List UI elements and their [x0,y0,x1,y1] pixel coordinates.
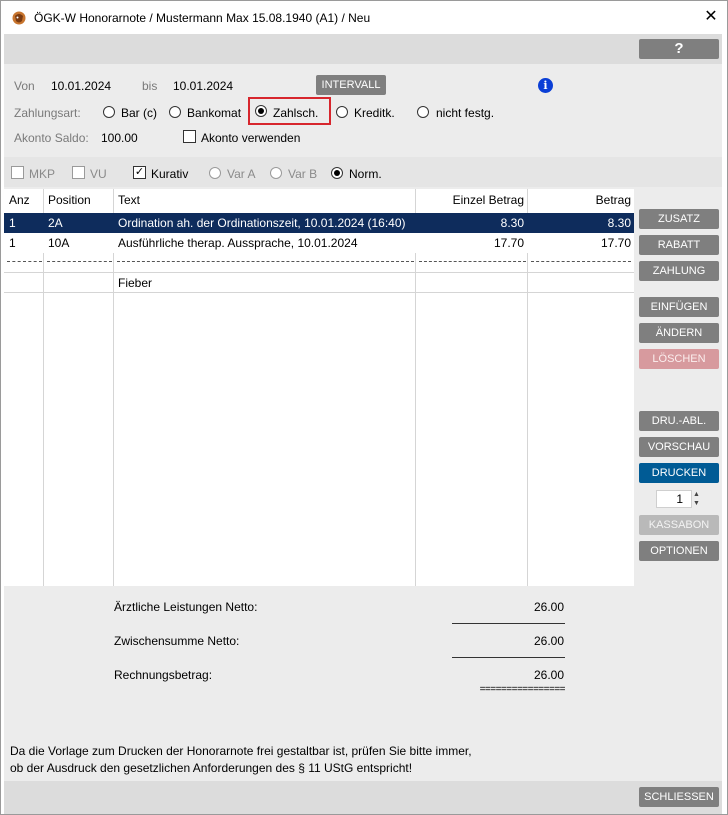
radio-bankomat[interactable] [169,106,181,118]
cell-einzel-betrag: 8.30 [500,216,524,230]
stepper-arrows-icon[interactable]: ▲ ▼ [693,490,700,508]
zwischensumme-label: Zwischensumme Netto: [114,634,240,648]
honorarnote-window: ÖGK-W Honorarnote / Mustermann Max 15.08… [0,0,728,815]
double-underline: ================ [479,684,566,695]
akonto-saldo-label: Akonto Saldo: [14,131,89,145]
separator-line [47,261,112,262]
radio-zahlschein-label: Zahlsch. [273,106,319,120]
interval-button[interactable]: INTERVALL [316,75,386,95]
cell-diagnosis: Fieber [118,276,153,290]
to-label: bis [142,79,158,93]
cell-einzel-betrag: 17.70 [493,236,524,250]
aendern-button[interactable]: ÄNDERN [639,323,719,343]
separator-line [7,261,42,262]
cell-text: Ausführliche therap. Aussprache, 10.01.2… [118,236,358,250]
rechnungsbetrag-label: Rechnungsbetrag: [114,668,213,682]
akonto-checkbox-label: Akonto verwenden [201,131,301,145]
header-position[interactable]: Position [48,193,91,207]
services-table: Anz Position Text Einzel Betrag Betrag 1… [4,189,634,586]
radio-zahlschein[interactable] [255,105,267,117]
ustg-note-line-2: ob der Ausdruck den gesetzlichen Anforde… [10,761,413,775]
separator-line [531,261,631,262]
cell-position: 2A [48,216,63,230]
total-underline [452,657,565,658]
header-einzel-betrag[interactable]: Einzel Betrag [416,193,524,207]
total-underline [452,623,565,624]
cell-anz: 1 [9,216,16,230]
info-icon[interactable]: i [538,78,553,93]
top-toolbar: ? [4,34,722,64]
copies-value: 1 [676,492,683,506]
vu-label: VU [90,167,107,181]
vu-checkbox[interactable] [72,166,85,179]
var-a-label: Var A [227,167,256,181]
table-row[interactable]: 1 10A Ausführliche therap. Aussprache, 1… [4,233,634,253]
row-divider [4,292,634,293]
from-label: Von [14,79,35,93]
radio-var-b[interactable] [270,167,282,179]
radio-norm[interactable] [331,167,343,179]
kurativ-checkbox[interactable]: ✓ [133,166,146,179]
header-betrag[interactable]: Betrag [528,193,631,207]
akonto-saldo-value: 100.00 [101,131,138,145]
close-icon[interactable]: ✕ [701,7,721,27]
radio-bankomat-label: Bankomat [187,106,242,120]
table-row[interactable]: 1 2A Ordination ah. der Ordinationszeit,… [4,213,634,233]
zwischensumme-value: 26.00 [533,634,564,648]
einfuegen-button[interactable]: EINFÜGEN [639,297,719,317]
radio-nicht-festgelegt-label: nicht festg. [436,106,495,120]
kurativ-label: Kurativ [151,167,189,181]
cell-anz: 1 [9,236,16,250]
payment-label: Zahlungsart: [14,106,81,120]
var-b-label: Var B [288,167,318,181]
cell-betrag: 8.30 [607,216,631,230]
to-date-field[interactable]: 10.01.2024 [173,79,233,93]
app-logo-icon [12,11,26,25]
from-date-field[interactable]: 10.01.2024 [51,79,111,93]
separator-line [419,261,526,262]
optionen-button[interactable]: OPTIONEN [639,541,719,561]
cell-text: Ordination ah. der Ordinationszeit, 10.0… [118,216,406,230]
loeschen-button[interactable]: LÖSCHEN [639,349,719,369]
schliessen-button[interactable]: SCHLIESSEN [639,787,719,807]
separator-line [117,261,414,262]
rechnungsbetrag-value: 26.00 [533,668,564,682]
zusatz-button[interactable]: ZUSATZ [639,209,719,229]
radio-bar-label: Bar (c) [121,106,157,120]
aerztliche-leistungen-label: Ärztliche Leistungen Netto: [114,600,258,614]
vorschau-button[interactable]: VORSCHAU [639,437,719,457]
dru-abl-button[interactable]: DRU.-ABL. [639,411,719,431]
radio-nicht-festgelegt[interactable] [417,106,429,118]
aerztliche-leistungen-value: 26.00 [533,600,564,614]
akonto-checkbox[interactable] [183,130,196,143]
rabatt-button[interactable]: RABATT [639,235,719,255]
mkp-label: MKP [29,167,56,181]
radio-kreditkarte[interactable] [336,106,348,118]
radio-kreditkarte-label: Kreditk. [354,106,395,120]
mkp-checkbox[interactable] [11,166,24,179]
radio-bar[interactable] [103,106,115,118]
help-button[interactable]: ? [639,39,719,59]
header-text[interactable]: Text [118,193,140,207]
window-title: ÖGK-W Honorarnote / Mustermann Max 15.08… [34,11,371,25]
cell-betrag: 17.70 [600,236,631,250]
kassabon-button[interactable]: KASSABON [639,515,719,535]
zahlung-button[interactable]: ZAHLUNG [639,261,719,281]
copies-stepper[interactable]: 1 [656,490,692,508]
client-area: ? Von 10.01.2024 bis 10.01.2024 INTERVAL… [4,34,722,814]
radio-var-a[interactable] [209,167,221,179]
drucken-button[interactable]: DRUCKEN [639,463,719,483]
ustg-note-line-1: Da die Vorlage zum Drucken der Honorarno… [10,744,472,758]
cell-position: 10A [48,236,70,250]
title-bar: ÖGK-W Honorarnote / Mustermann Max 15.08… [1,1,727,34]
footer-bar: SCHLIESSEN [4,781,722,814]
norm-label: Norm. [349,167,382,181]
table-row[interactable]: Fieber [4,273,634,293]
header-anz[interactable]: Anz [9,193,30,207]
totals-panel: Ärztliche Leistungen Netto: 26.00 Zwisch… [4,586,722,781]
